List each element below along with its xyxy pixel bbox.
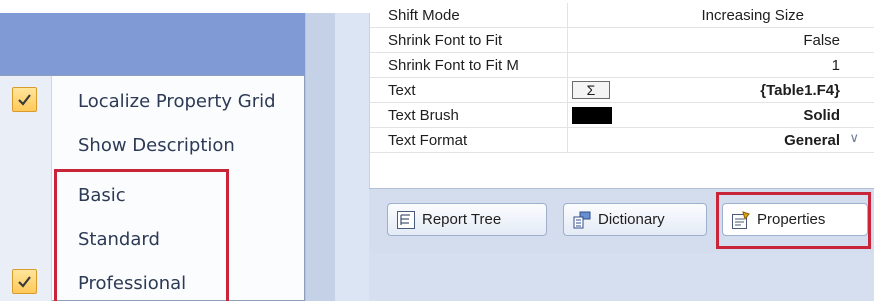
property-value: Increasing Size: [701, 7, 804, 24]
property-row-shift-mode[interactable]: Shift Mode Increasing Size: [370, 3, 874, 28]
property-value: General: [784, 132, 840, 149]
menu-item-label: Show Description: [78, 135, 235, 156]
brush-color-swatch: [572, 107, 612, 124]
property-name: Shrink Font to Fit M: [388, 57, 519, 74]
property-name: Text Brush: [388, 107, 459, 124]
property-grid: Shift Mode Increasing Size Shrink Font t…: [369, 3, 874, 188]
panel-tab-strip: Report Tree Dictionary Properties: [369, 188, 874, 253]
properties-highlight-box: [716, 192, 871, 249]
property-name: Shift Mode: [388, 7, 460, 24]
property-value: False: [803, 32, 840, 49]
property-row-shrink-font[interactable]: Shrink Font to Fit False: [370, 28, 874, 53]
menu-item-localize-property-grid[interactable]: Localize Property Grid: [0, 79, 305, 123]
menu-item-label: Localize Property Grid: [78, 91, 276, 112]
dictionary-icon: [572, 210, 592, 230]
property-value-cell[interactable]: Solid: [567, 103, 840, 127]
tab-dictionary[interactable]: Dictionary: [563, 203, 707, 236]
chevron-down-icon[interactable]: ∨: [849, 130, 859, 146]
property-name: Text Format: [388, 132, 468, 149]
sigma-icon[interactable]: Σ: [572, 81, 610, 99]
tab-label: Report Tree: [422, 211, 502, 228]
grid-left-margin: [335, 13, 369, 301]
property-row-text[interactable]: Text Σ {Table1.F4}: [370, 78, 874, 103]
property-row-text-format[interactable]: Text Format General ∨: [370, 128, 874, 153]
context-menu: Localize Property Grid Show Description …: [0, 75, 305, 301]
property-name: Text: [388, 82, 416, 99]
tab-report-tree[interactable]: Report Tree: [387, 203, 547, 236]
property-value-cell[interactable]: 1: [567, 53, 840, 77]
menu-item-show-description[interactable]: Show Description: [0, 123, 305, 167]
tab-label: Dictionary: [598, 211, 665, 228]
property-value-cell[interactable]: Σ {Table1.F4}: [567, 78, 840, 102]
property-value-cell[interactable]: False: [567, 28, 840, 52]
property-name: Shrink Font to Fit: [388, 32, 503, 49]
checkmark-icon: [12, 269, 37, 294]
property-row-shrink-font-min[interactable]: Shrink Font to Fit M 1: [370, 53, 874, 78]
property-value: {Table1.F4}: [760, 82, 840, 99]
report-tree-icon: [396, 210, 416, 230]
property-value: Solid: [803, 107, 840, 124]
level-options-highlight-box: [54, 169, 229, 301]
checkmark-icon: [12, 87, 37, 112]
panel-splitter[interactable]: [305, 13, 335, 301]
property-value-cell[interactable]: Increasing Size: [567, 3, 840, 27]
property-value-cell[interactable]: General: [567, 128, 840, 152]
property-row-text-brush[interactable]: Text Brush Solid: [370, 103, 874, 128]
property-value: 1: [831, 57, 840, 74]
